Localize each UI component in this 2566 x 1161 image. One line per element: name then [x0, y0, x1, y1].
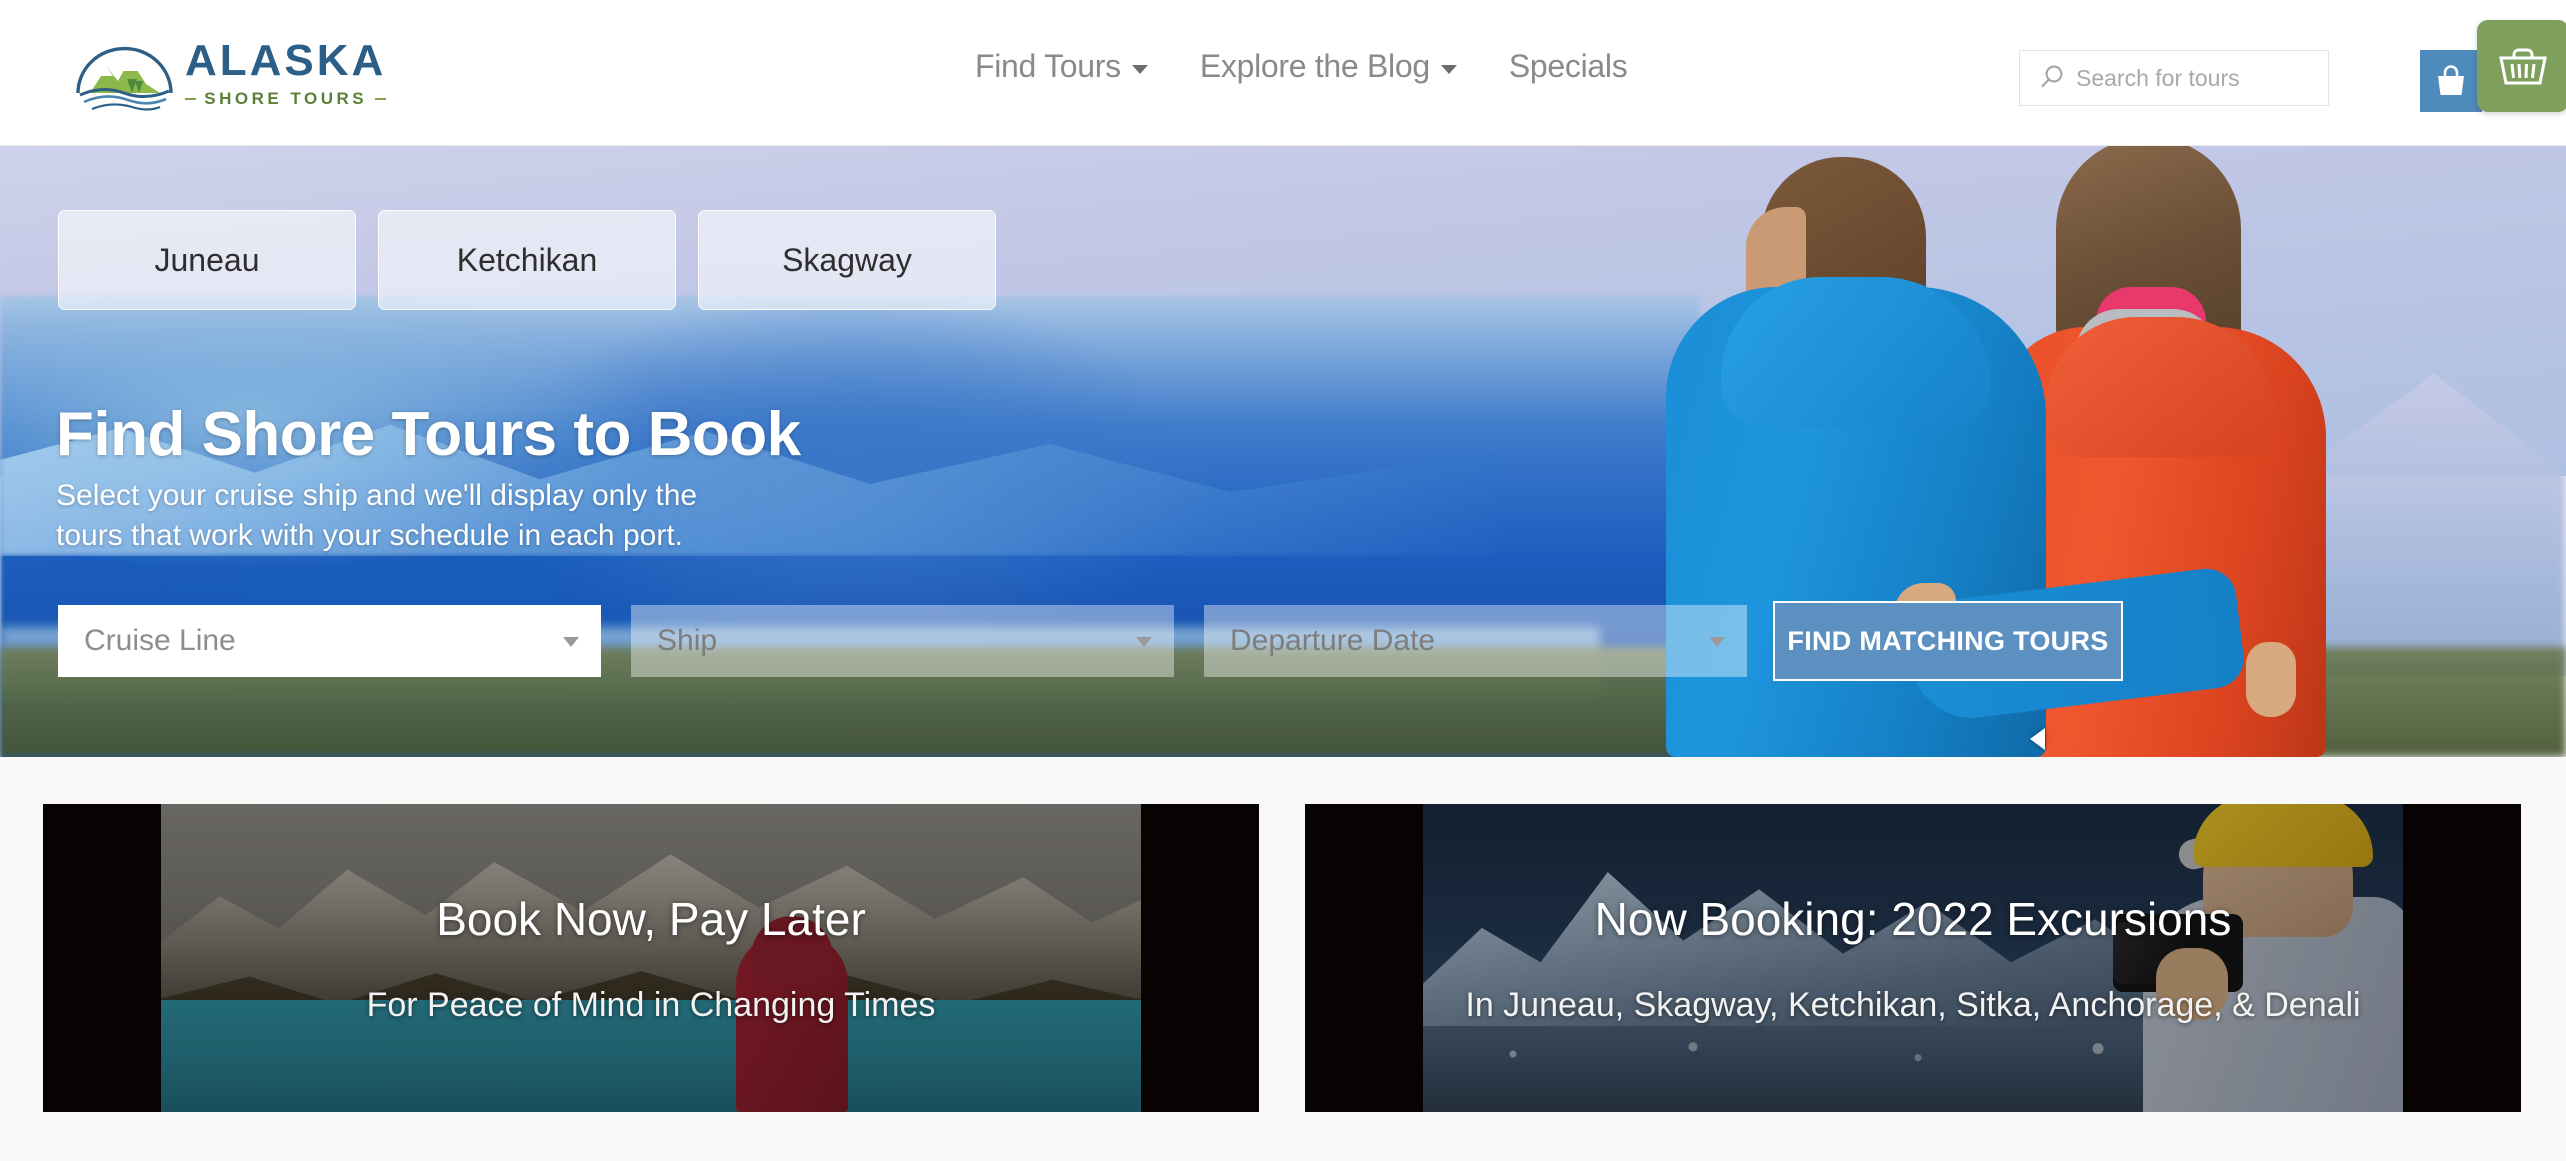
port-tab-label: Ketchikan — [456, 241, 598, 278]
find-matching-tours-button[interactable]: FIND MATCHING TOURS — [1773, 601, 2123, 681]
chevron-down-icon — [1709, 637, 1725, 647]
mountain-arc-icon — [76, 46, 173, 111]
tour-search-form: Cruise Line Ship Departure Date FIND MAT… — [58, 601, 2123, 681]
nav-item-find-tours[interactable]: Find Tours — [975, 48, 1148, 85]
cruise-line-select[interactable]: Cruise Line — [58, 605, 601, 677]
ship-label: Ship — [657, 624, 718, 657]
nav-item-specials[interactable]: Specials — [1509, 48, 1628, 85]
nav-label-explore-the-blog: Explore the Blog — [1199, 48, 1430, 84]
ship-select[interactable]: Ship — [631, 605, 1174, 677]
shopping-basket-icon — [2499, 48, 2547, 85]
port-tab-ketchikan[interactable]: Ketchikan — [378, 210, 676, 310]
hero-banner: Juneau Ketchikan Skagway Find Shore Tour… — [0, 146, 2566, 757]
port-tab-skagway[interactable]: Skagway — [698, 210, 996, 310]
find-matching-tours-label: FIND MATCHING TOURS — [1787, 625, 2109, 656]
search-input[interactable] — [2068, 64, 2328, 92]
hero-subtitle: Select your cruise ship and we'll displa… — [56, 479, 698, 552]
nav-label-find-tours: Find Tours — [975, 48, 1121, 84]
departure-date-select[interactable]: Departure Date — [1204, 605, 1747, 677]
search-icon — [2041, 65, 2063, 88]
chevron-down-icon — [1440, 65, 1457, 74]
port-tab-label: Skagway — [782, 241, 912, 278]
shopping-bag-button[interactable] — [2420, 50, 2482, 116]
promo2-dark-overlay — [1423, 804, 2403, 1112]
search-box[interactable] — [2019, 50, 2329, 106]
logo-brand-text: ALASKA — [185, 35, 387, 85]
logo-tagline-text: SHORE TOURS — [204, 88, 368, 108]
promo-card-book-now-pay-later[interactable]: Book Now, Pay Later For Peace of Mind in… — [43, 804, 1259, 1112]
shopping-bag-icon — [2438, 65, 2464, 95]
woman-hand — [2246, 642, 2296, 717]
port-tabs: Juneau Ketchikan Skagway — [58, 210, 996, 310]
departure-date-label: Departure Date — [1230, 624, 1436, 657]
promo1-dark-overlay — [161, 804, 1141, 1112]
nav-item-explore-the-blog[interactable]: Explore the Blog — [1200, 48, 1457, 85]
hero-title: Find Shore Tours to Book — [56, 400, 801, 469]
carousel-prev-button[interactable] — [2030, 728, 2045, 750]
site-logo[interactable]: ALASKA SHORE TOURS — [72, 26, 412, 121]
site-header: ALASKA SHORE TOURS Find Tours Explore th… — [0, 0, 2566, 146]
promo-card-image — [161, 804, 1141, 1112]
promo-cards-section: Book Now, Pay Later For Peace of Mind in… — [0, 800, 2566, 1161]
logo-rule-left — [185, 97, 197, 100]
chevron-down-icon — [1136, 637, 1152, 647]
promo-card-now-booking-2022[interactable]: Now Booking: 2022 Excursions In Juneau, … — [1305, 804, 2521, 1112]
chevron-down-icon — [563, 637, 579, 647]
chevron-down-icon — [1131, 65, 1148, 74]
port-tab-juneau[interactable]: Juneau — [58, 210, 356, 310]
nav-label-specials: Specials — [1508, 48, 1628, 84]
logo-rule-right — [375, 97, 387, 100]
cruise-line-label: Cruise Line — [84, 624, 236, 657]
promo-card-image — [1423, 804, 2403, 1112]
main-navigation: Find Tours Explore the Blog Specials — [975, 48, 1628, 85]
shopping-basket-button[interactable] — [2477, 20, 2566, 112]
port-tab-label: Juneau — [154, 241, 260, 278]
